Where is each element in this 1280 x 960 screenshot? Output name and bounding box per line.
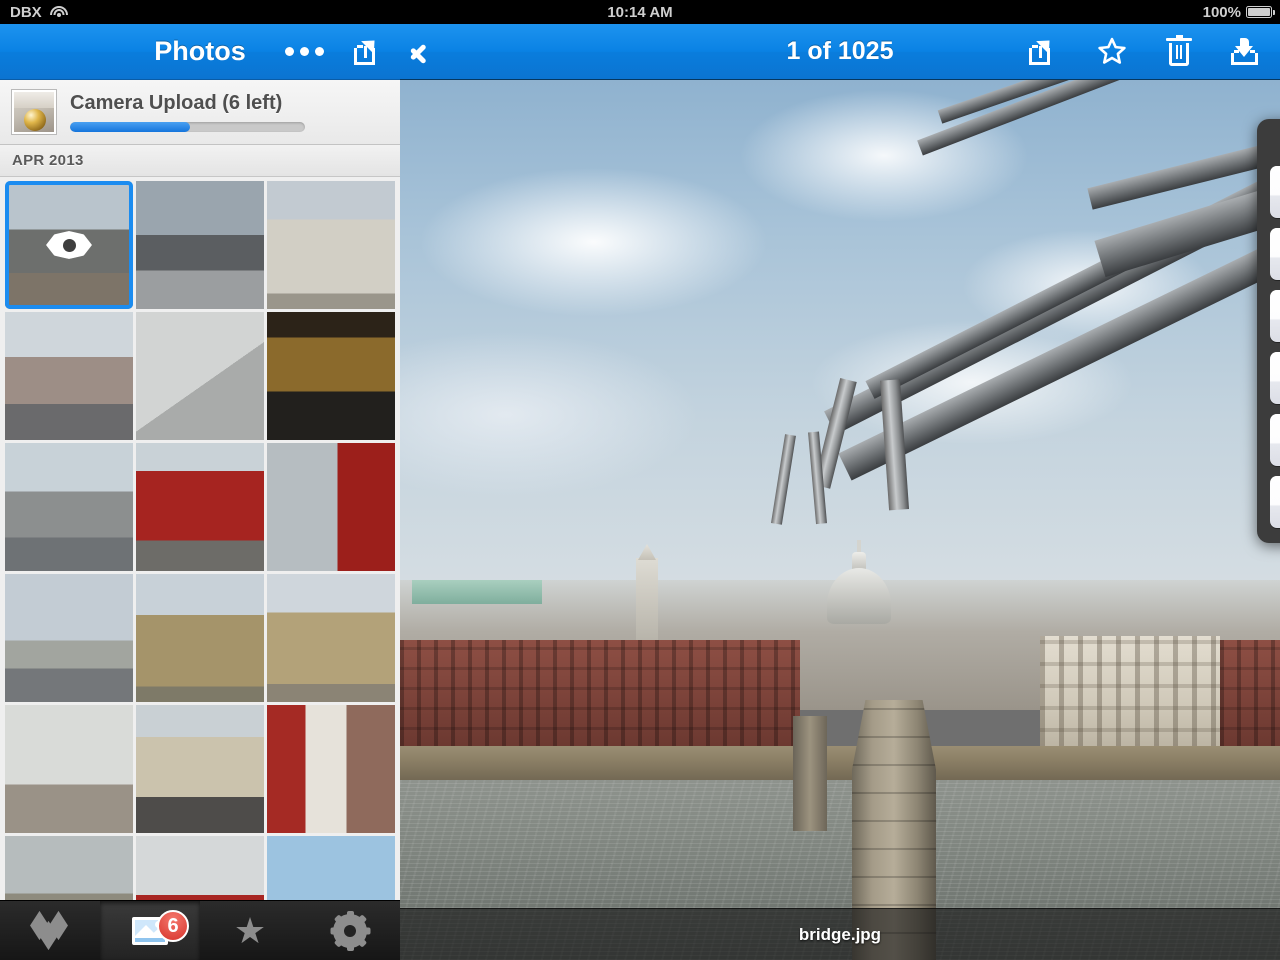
section-header-date: APR 2013 bbox=[0, 145, 400, 177]
share-option-facebook-message[interactable]: Facebook Message bbox=[1270, 290, 1280, 342]
photo-viewer: 1 of 1025 bridge.jpg bbox=[400, 24, 1280, 960]
share-popover: How would you like to share this file? E… bbox=[1257, 119, 1280, 543]
marylebone-road-thumb[interactable] bbox=[5, 312, 133, 440]
share-option-tweet[interactable]: Tweet bbox=[1270, 414, 1280, 466]
share-option-text-message[interactable]: Text Message bbox=[1270, 228, 1280, 280]
share-export-icon[interactable] bbox=[1029, 33, 1057, 65]
methodist-central-hall-thumb[interactable] bbox=[136, 705, 264, 833]
photos-badge-count: 6 bbox=[157, 910, 189, 942]
eye-icon bbox=[46, 231, 92, 259]
upload-title: Camera Upload (6 left) bbox=[70, 92, 283, 114]
share-option-copy-link[interactable]: Copy Link to Clipboard bbox=[1270, 476, 1280, 528]
battery-percent-label: 100% bbox=[1202, 3, 1241, 21]
photo-sky bbox=[400, 80, 1280, 620]
tab-dropbox[interactable] bbox=[0, 901, 100, 960]
photo-far-pier bbox=[793, 716, 827, 831]
upload-progress-bar bbox=[70, 122, 305, 132]
millennium-bridge-thumb[interactable] bbox=[5, 181, 133, 309]
tab-settings[interactable] bbox=[300, 901, 400, 960]
photo-brick-buildings-far-right bbox=[1220, 640, 1280, 750]
share-options-list: Email Text Message Facebook Message Post to… bbox=[1270, 166, 1280, 528]
westminster-abbey-thumb[interactable] bbox=[267, 574, 395, 702]
camera-upload-status[interactable]: Camera Upload (6 left) bbox=[0, 80, 400, 145]
red-phone-box-thumb[interactable] bbox=[267, 443, 395, 571]
share-option-email[interactable]: Email bbox=[1270, 166, 1280, 218]
share-export-icon[interactable] bbox=[354, 33, 382, 65]
sidebar-nav-bar: Photos bbox=[0, 24, 400, 80]
share-popover-title: How would you like to share this file? bbox=[1270, 133, 1280, 154]
london-eye-thumb[interactable] bbox=[5, 574, 133, 702]
status-bar-right: 100% bbox=[1202, 3, 1275, 21]
viewer-nav-bar: 1 of 1025 bbox=[400, 24, 1280, 80]
download-inbox-icon[interactable] bbox=[1231, 38, 1258, 65]
tab-bar: 6 ★ bbox=[0, 900, 400, 960]
photo-caption-bar: bridge.jpg bbox=[400, 908, 1280, 960]
battery-icon bbox=[1246, 6, 1275, 18]
photo-green-roof-building bbox=[412, 580, 542, 604]
houses-of-parliament-thumb[interactable] bbox=[136, 574, 264, 702]
millennium-bridge-photo[interactable]: bridge.jpg bbox=[400, 80, 1280, 960]
sidebar-nav-actions bbox=[285, 33, 382, 65]
dropbox-logo-icon bbox=[30, 910, 70, 950]
photo-st-pauls-dome bbox=[820, 540, 898, 632]
photo-cream-buildings-right bbox=[1040, 636, 1220, 754]
gear-icon bbox=[330, 910, 370, 951]
photo-thumbnail-grid bbox=[0, 177, 400, 960]
photo-filename: bridge.jpg bbox=[798, 924, 882, 944]
walkers-on-bridge-thumb[interactable] bbox=[136, 181, 264, 309]
red-double-decker-bus-thumb[interactable] bbox=[136, 443, 264, 571]
photo-clock-tower bbox=[636, 558, 658, 648]
royal-courts-of-justice-thumb[interactable] bbox=[5, 705, 133, 833]
photo-brick-buildings-left bbox=[400, 640, 800, 750]
star-outline-icon[interactable] bbox=[1097, 37, 1127, 66]
photos-sidebar: Photos Camera Upload (6 left) APR 2013 6… bbox=[0, 24, 400, 960]
ellipsis-icon[interactable] bbox=[285, 47, 324, 56]
status-bar-clock: 10:14 AM bbox=[607, 3, 673, 21]
star-icon: ★ bbox=[233, 909, 267, 951]
street-with-buses-thumb[interactable] bbox=[5, 443, 133, 571]
upload-info: Camera Upload (6 left) bbox=[70, 92, 325, 132]
upload-thumbnail bbox=[12, 90, 56, 134]
photo-embankment bbox=[400, 746, 1280, 784]
regent-street-apple-store-thumb[interactable] bbox=[267, 312, 395, 440]
red-white-striped-building-thumb[interactable] bbox=[267, 705, 395, 833]
status-bar: DBX 10:14 AM 100% bbox=[0, 0, 1280, 24]
trash-icon[interactable] bbox=[1166, 34, 1192, 66]
viewer-nav-actions bbox=[1029, 33, 1258, 66]
tab-photos[interactable]: 6 bbox=[100, 901, 200, 960]
tab-favorites[interactable]: ★ bbox=[200, 901, 300, 960]
share-option-post-to-facebook[interactable]: Post to Facebook bbox=[1270, 352, 1280, 404]
wellington-arch-thumb[interactable] bbox=[267, 181, 395, 309]
baker-street-sign-thumb[interactable] bbox=[136, 312, 264, 440]
app-root: DBX 10:14 AM 100% Photos Camera Upload (… bbox=[0, 0, 1280, 960]
